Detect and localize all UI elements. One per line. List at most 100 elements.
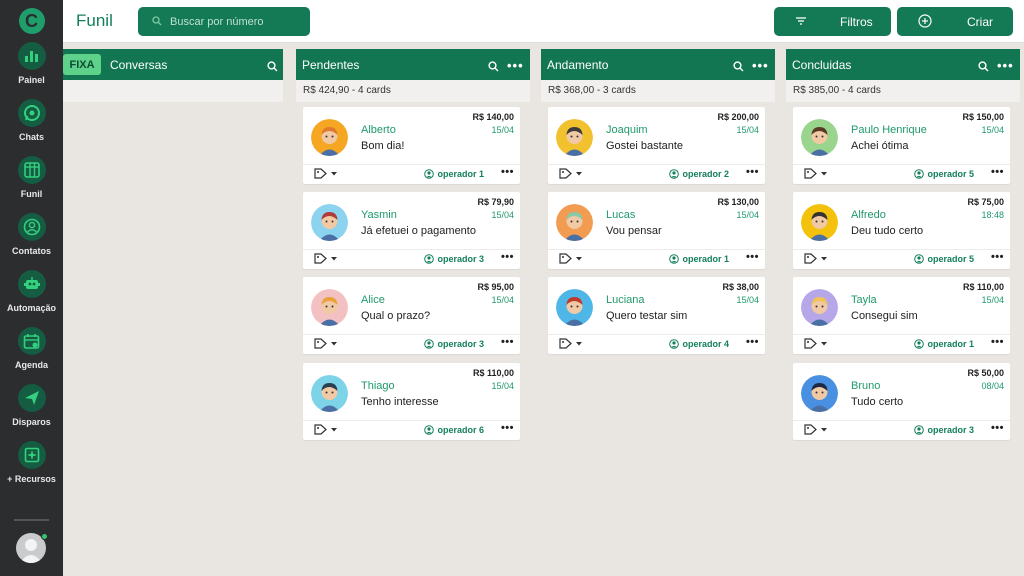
deal-value: R$ 130,00 [717, 197, 759, 207]
tag-dropdown[interactable] [559, 338, 583, 349]
contacts-icon [17, 213, 46, 241]
search-box[interactable] [138, 7, 310, 36]
operator-link[interactable]: operador 1 [914, 339, 974, 349]
chevron-down-icon [331, 341, 337, 345]
operator-link[interactable]: operador 5 [914, 169, 974, 179]
deal-date: 15/04 [736, 295, 759, 305]
tag-icon [804, 338, 817, 349]
operator-link[interactable]: operador 3 [424, 254, 484, 264]
card-menu-icon[interactable]: ••• [746, 251, 759, 263]
tag-dropdown[interactable] [804, 424, 828, 435]
sidebar-item-painel[interactable]: Painel [0, 34, 63, 91]
search-icon[interactable] [488, 59, 499, 77]
kanban-icon [17, 156, 46, 184]
contact-avatar [311, 289, 348, 326]
operator-link[interactable]: operador 1 [669, 254, 729, 264]
card-menu-icon[interactable]: ••• [501, 422, 514, 434]
card-divider [793, 164, 1010, 165]
tag-dropdown[interactable] [804, 338, 828, 349]
sidebar-item-agenda[interactable]: Agenda [0, 319, 63, 376]
column-menu-icon[interactable]: ••• [752, 58, 769, 73]
deal-card[interactable]: R$ 140,00 15/04 Alberto Bom dia! operado… [303, 107, 520, 184]
search-icon[interactable] [733, 59, 744, 77]
tag-dropdown[interactable] [559, 168, 583, 179]
last-message: Tudo certo [851, 396, 904, 408]
sidebar-item-disparos[interactable]: Disparos [0, 376, 63, 433]
sidebar-item-label: Disparos [12, 417, 51, 427]
search-icon[interactable] [267, 59, 278, 77]
chevron-down-icon [576, 171, 582, 175]
tag-dropdown[interactable] [314, 424, 338, 435]
calendar-icon [17, 327, 46, 355]
card-menu-icon[interactable]: ••• [991, 336, 1004, 348]
deal-date: 15/04 [491, 295, 514, 305]
column-conversas: FIXA Conversas [63, 49, 283, 102]
tag-dropdown[interactable] [314, 253, 338, 264]
bar-chart-icon [17, 42, 46, 70]
column-menu-icon[interactable]: ••• [997, 58, 1014, 73]
tag-dropdown[interactable] [804, 168, 828, 179]
card-menu-icon[interactable]: ••• [991, 422, 1004, 434]
operator-link[interactable]: operador 5 [914, 254, 974, 264]
card-menu-icon[interactable]: ••• [501, 336, 514, 348]
column-title: Andamento [547, 58, 609, 72]
card-divider [303, 334, 520, 335]
create-button[interactable]: Criar [897, 7, 1013, 36]
sidebar-item-contatos[interactable]: Contatos [0, 205, 63, 262]
sidebar-item-funil[interactable]: Funil [0, 148, 63, 205]
tag-dropdown[interactable] [314, 168, 338, 179]
deal-card[interactable]: R$ 110,00 15/04 Thiago Tenho interesse o… [303, 363, 520, 440]
chevron-down-icon [576, 341, 582, 345]
card-menu-icon[interactable]: ••• [746, 166, 759, 178]
sidebar-item-chats[interactable]: Chats [0, 91, 63, 148]
deal-card[interactable]: R$ 150,00 15/04 Paulo Henrique Achei óti… [793, 107, 1010, 184]
search-icon[interactable] [978, 59, 989, 77]
tag-dropdown[interactable] [804, 253, 828, 264]
operator-link[interactable]: operador 4 [669, 339, 729, 349]
card-menu-icon[interactable]: ••• [501, 166, 514, 178]
sidebar-item-recursos[interactable]: + Recursos [0, 433, 63, 490]
fixed-badge[interactable]: FIXA [63, 54, 101, 75]
last-message: Consegui sim [851, 310, 918, 322]
tag-dropdown[interactable] [314, 338, 338, 349]
deal-card[interactable]: R$ 130,00 15/04 Lucas Vou pensar operado… [548, 192, 765, 269]
deal-value: R$ 38,00 [722, 282, 759, 292]
column-summary [63, 80, 283, 102]
operator-link[interactable]: operador 1 [424, 169, 484, 179]
chevron-down-icon [576, 256, 582, 260]
create-label: Criar [967, 15, 993, 29]
deal-card[interactable]: R$ 79,90 15/04 Yasmin Já efetuei o pagam… [303, 192, 520, 269]
sidebar-item-label: Automação [6, 303, 56, 313]
sidebar: C Painel Chats Funil Contatos Automação [0, 0, 63, 576]
column-pendentes: Pendentes ••• R$ 424,90 - 4 cards [296, 49, 530, 102]
deal-card[interactable]: R$ 75,00 18:48 Alfredo Deu tudo certo op… [793, 192, 1010, 269]
app-logo[interactable]: C [18, 8, 45, 34]
card-menu-icon[interactable]: ••• [501, 251, 514, 263]
card-menu-icon[interactable]: ••• [746, 336, 759, 348]
tag-icon [314, 168, 327, 179]
tag-dropdown[interactable] [559, 253, 583, 264]
deal-value: R$ 110,00 [472, 368, 514, 378]
card-menu-icon[interactable]: ••• [991, 251, 1004, 263]
search-input[interactable] [170, 15, 310, 28]
operator-link[interactable]: operador 6 [424, 425, 484, 435]
deal-card[interactable]: R$ 110,00 15/04 Tayla Consegui sim opera… [793, 277, 1010, 354]
card-divider [303, 164, 520, 165]
user-circle-icon [669, 339, 680, 349]
sidebar-item-automacao[interactable]: Automação [0, 262, 63, 319]
deal-date: 08/04 [981, 381, 1004, 391]
deal-card[interactable]: R$ 95,00 15/04 Alice Qual o prazo? opera… [303, 277, 520, 354]
operator-link[interactable]: operador 2 [669, 169, 729, 179]
last-message: Qual o prazo? [361, 310, 431, 322]
filters-button[interactable]: Filtros [774, 7, 891, 36]
last-message: Bom dia! [361, 140, 405, 152]
card-menu-icon[interactable]: ••• [991, 166, 1004, 178]
filter-icon [795, 15, 807, 29]
column-menu-icon[interactable]: ••• [507, 58, 524, 73]
deal-card[interactable]: R$ 200,00 15/04 Joaquim Gostei bastante … [548, 107, 765, 184]
operator-link[interactable]: operador 3 [424, 339, 484, 349]
operator-link[interactable]: operador 3 [914, 425, 974, 435]
deal-card[interactable]: R$ 50,00 08/04 Bruno Tudo certo operador… [793, 363, 1010, 440]
contact-name: Tayla [851, 294, 877, 306]
deal-card[interactable]: R$ 38,00 15/04 Luciana Quero testar sim … [548, 277, 765, 354]
